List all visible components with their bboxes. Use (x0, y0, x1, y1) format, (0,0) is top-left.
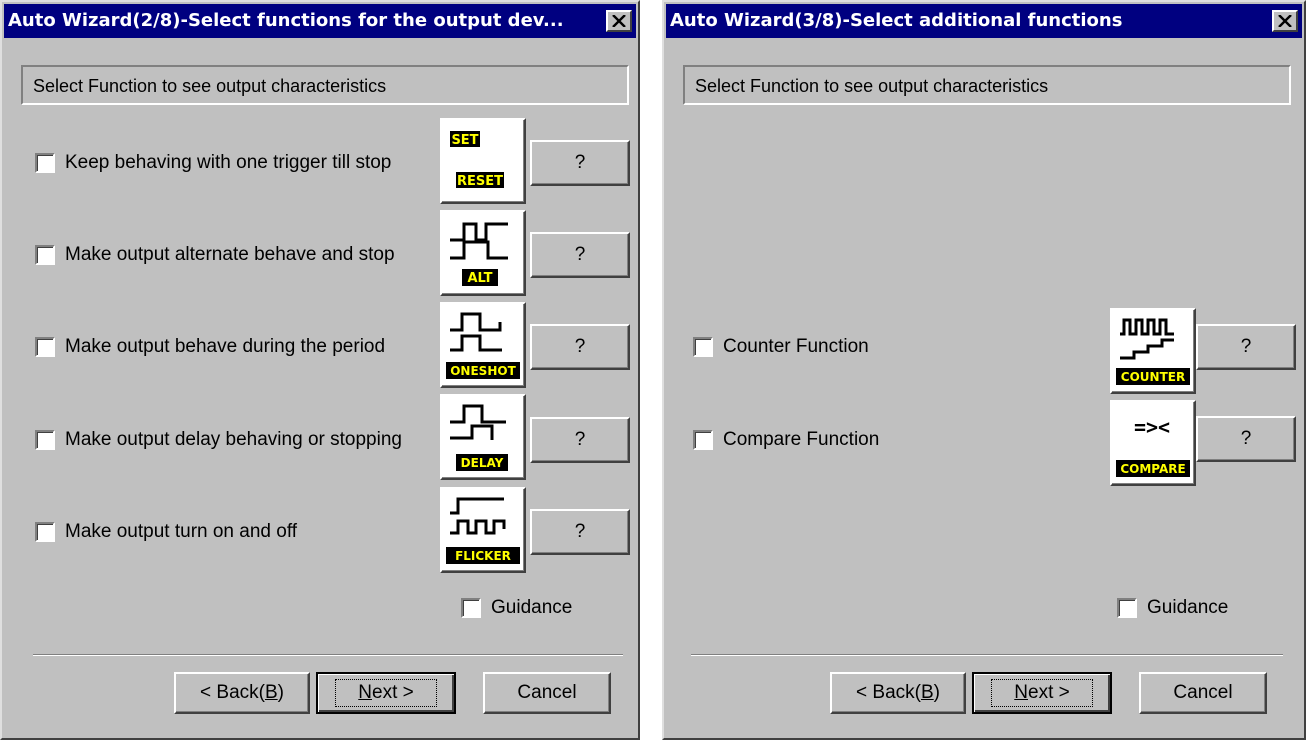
option-compare[interactable]: Compare Function (693, 429, 879, 451)
alt-icon: ALT (440, 210, 526, 296)
help-button-alternate[interactable]: ? (530, 232, 630, 278)
guidance-label: Guidance (491, 597, 573, 618)
window-title: Auto Wizard(2/8)-Select functions for th… (8, 10, 564, 31)
oneshot-label: ONESHOT (450, 364, 516, 378)
cancel-button[interactable]: Cancel (483, 672, 611, 714)
window-title: Auto Wizard(3/8)-Select additional funct… (670, 10, 1123, 31)
next-button[interactable]: Next > (972, 672, 1112, 714)
compare-symbols: =>< (1134, 415, 1170, 439)
option-label: Keep behaving with one trigger till stop (65, 152, 392, 173)
delay-icon: DELAY (440, 394, 526, 480)
title-bar: Auto Wizard(2/8)-Select functions for th… (4, 4, 636, 38)
back-button[interactable]: < Back(B) (830, 672, 966, 714)
flicker-icon: FLICKER (440, 487, 526, 573)
checkbox[interactable] (35, 522, 55, 542)
delay-label: DELAY (461, 456, 504, 470)
info-box: Select Function to see output characteri… (21, 65, 629, 105)
counter-icon: COUNTER (1110, 308, 1196, 394)
back-button[interactable]: < Back(B) (174, 672, 310, 714)
info-text: Select Function to see output characteri… (33, 76, 387, 96)
checkbox[interactable] (35, 245, 55, 265)
guidance-label: Guidance (1147, 597, 1229, 618)
option-label: Make output behave during the period (65, 336, 386, 357)
help-button-counter[interactable]: ? (1196, 324, 1296, 370)
cancel-label: Cancel (1173, 682, 1233, 703)
option-label: Counter Function (723, 336, 869, 357)
cancel-label: Cancel (517, 682, 577, 703)
help-button-delay[interactable]: ? (530, 417, 630, 463)
help-label: ? (1240, 428, 1252, 449)
title-bar: Auto Wizard(3/8)-Select additional funct… (666, 4, 1302, 38)
cancel-button[interactable]: Cancel (1139, 672, 1267, 714)
option-label: Compare Function (723, 429, 880, 450)
next-label: Next > (335, 679, 437, 707)
counter-label: COUNTER (1121, 370, 1185, 384)
back-label: < Back(B) (200, 682, 284, 703)
help-label: ? (574, 152, 586, 173)
alt-label: ALT (467, 271, 492, 286)
checkbox[interactable] (35, 153, 55, 173)
option-keep-behaving[interactable]: Keep behaving with one trigger till stop (35, 152, 391, 174)
back-label: < Back(B) (856, 682, 940, 703)
option-label: Make output delay behaving or stopping (65, 429, 402, 450)
help-button-compare[interactable]: ? (1196, 416, 1296, 462)
flicker-label: FLICKER (455, 549, 511, 563)
help-button-oneshot[interactable]: ? (530, 324, 630, 370)
info-text: Select Function to see output characteri… (695, 76, 1049, 96)
next-label: Next > (991, 679, 1093, 707)
compare-icon: =>< COMPARE (1110, 400, 1196, 486)
checkbox[interactable] (35, 337, 55, 357)
separator (691, 654, 1283, 656)
option-counter[interactable]: Counter Function (693, 336, 869, 358)
option-flicker[interactable]: Make output turn on and off (35, 521, 297, 543)
reset-label: RESET (457, 174, 503, 189)
guidance-checkbox-row[interactable]: Guidance (1117, 597, 1228, 619)
close-icon (1278, 15, 1292, 27)
help-label: ? (574, 521, 586, 542)
help-button-flicker[interactable]: ? (530, 509, 630, 555)
oneshot-icon: ONESHOT (440, 302, 526, 388)
compare-label: COMPARE (1120, 462, 1185, 476)
next-button[interactable]: Next > (316, 672, 456, 714)
help-label: ? (574, 429, 586, 450)
checkbox[interactable] (693, 430, 713, 450)
help-button-keep-behaving[interactable]: ? (530, 140, 630, 186)
guidance-checkbox[interactable] (461, 598, 481, 618)
guidance-checkbox-row[interactable]: Guidance (461, 597, 572, 619)
close-button[interactable] (606, 10, 632, 32)
option-label: Make output alternate behave and stop (65, 244, 395, 265)
help-label: ? (574, 244, 586, 265)
wizard-dialog-step3: Auto Wizard(3/8)-Select additional funct… (662, 0, 1306, 740)
close-icon (612, 15, 626, 27)
set-label: SET (451, 133, 478, 148)
separator (33, 654, 623, 656)
set-reset-icon: SET RESET (440, 118, 526, 204)
option-alternate[interactable]: Make output alternate behave and stop (35, 244, 395, 266)
option-label: Make output turn on and off (65, 521, 298, 542)
help-label: ? (574, 336, 586, 357)
help-label: ? (1240, 336, 1252, 357)
checkbox[interactable] (693, 337, 713, 357)
option-delay[interactable]: Make output delay behaving or stopping (35, 429, 402, 451)
info-box: Select Function to see output characteri… (683, 65, 1291, 105)
option-oneshot[interactable]: Make output behave during the period (35, 336, 385, 358)
close-button[interactable] (1272, 10, 1298, 32)
checkbox[interactable] (35, 430, 55, 450)
wizard-dialog-step2: Auto Wizard(2/8)-Select functions for th… (0, 0, 640, 740)
guidance-checkbox[interactable] (1117, 598, 1137, 618)
